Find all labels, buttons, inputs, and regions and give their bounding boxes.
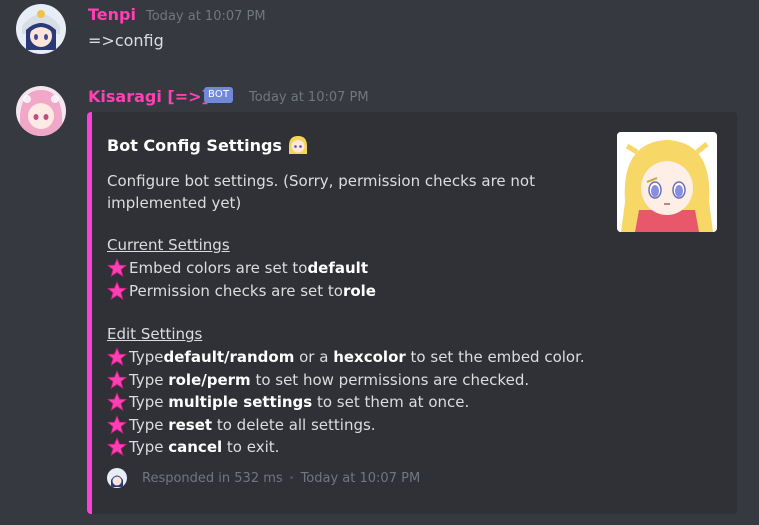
embed-description: Configure bot settings. (Sorry, permissi… — [107, 172, 535, 212]
star-icon — [107, 437, 127, 457]
line-text: or a — [294, 348, 334, 366]
line-text: Type — [129, 416, 169, 434]
embed-title-text: Bot Config Settings — [107, 135, 282, 155]
line-bold: reset — [168, 416, 213, 434]
star-icon — [107, 415, 127, 435]
anime-face-emoji-icon — [288, 136, 307, 154]
current-setting-embed-colors: Embed colors are set to default — [107, 258, 368, 278]
line-text: Permission checks are set to — [129, 282, 343, 300]
edit-setting-multiple: Type multiple settings to set them at on… — [107, 392, 469, 412]
line-bold: hexcolor — [333, 348, 406, 366]
message-text: =>config — [88, 31, 164, 50]
line-text: Type — [129, 371, 169, 389]
edit-setting-color: Type default/random or a hexcolor to set… — [107, 347, 585, 367]
embed-thumbnail[interactable] — [617, 132, 717, 232]
user-avatar[interactable] — [16, 4, 66, 54]
current-settings-heading: Current Settings — [107, 236, 230, 254]
footer-avatar — [107, 468, 127, 488]
line-text: to set them at once. — [312, 393, 470, 411]
star-icon — [107, 347, 127, 367]
line-bold: cancel — [168, 438, 223, 456]
line-text: to delete all settings. — [212, 416, 376, 434]
star-icon — [107, 281, 127, 301]
footer-separator: • — [288, 472, 295, 484]
username[interactable]: Tenpi — [88, 5, 136, 24]
line-text: to set the embed color. — [405, 348, 585, 366]
line-bold: role/perm — [168, 371, 251, 389]
line-text: Type — [129, 438, 169, 456]
embed-accent-bar — [87, 112, 92, 514]
line-text: to set how permissions are checked. — [250, 371, 530, 389]
line-text: Type — [129, 393, 169, 411]
embed-title: Bot Config Settings — [107, 134, 309, 156]
edit-settings-heading: Edit Settings — [107, 325, 203, 343]
star-icon — [107, 392, 127, 412]
message-timestamp: Today at 10:07 PM — [249, 90, 369, 105]
bot-embed: Bot Config Settings Configure bot settin… — [87, 112, 737, 514]
line-text: Embed colors are set to — [129, 259, 308, 277]
bot-badge: BOT — [204, 87, 234, 103]
message-timestamp: Today at 10:07 PM — [146, 9, 266, 24]
edit-setting-cancel: Type cancel to exit. — [107, 437, 279, 457]
star-icon — [107, 258, 127, 278]
bot-avatar[interactable] — [16, 86, 66, 136]
line-bold: multiple settings — [168, 393, 313, 411]
edit-setting-reset: Type reset to delete all settings. — [107, 415, 376, 435]
current-setting-permission-checks: Permission checks are set to role — [107, 281, 376, 301]
bot-username[interactable]: Kisaragi [=>] — [88, 87, 209, 106]
embed-footer: Responded in 532 ms • Today at 10:07 PM — [107, 468, 420, 488]
footer-responded: Responded in 532 ms — [142, 470, 283, 486]
line-text: Type — [129, 348, 164, 366]
line-bold: default — [307, 259, 368, 277]
edit-setting-permissions: Type role/perm to set how permissions ar… — [107, 370, 529, 390]
line-bold: role — [342, 282, 376, 300]
line-bold: default/random — [163, 348, 295, 366]
star-icon — [107, 370, 127, 390]
footer-timestamp: Today at 10:07 PM — [300, 470, 421, 486]
line-text: to exit. — [222, 438, 280, 456]
